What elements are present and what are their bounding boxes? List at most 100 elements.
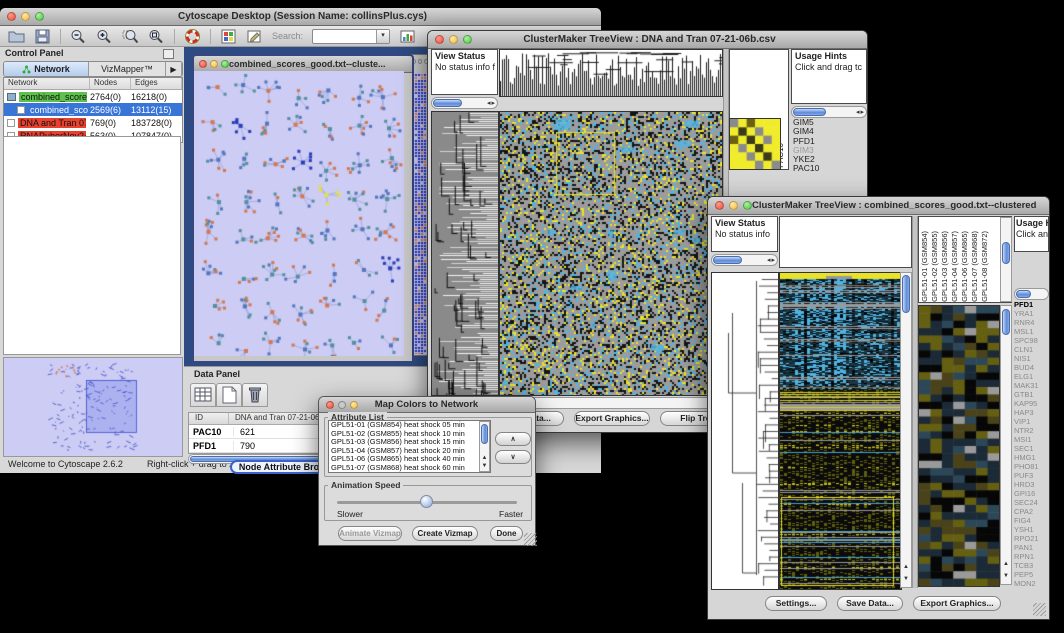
scroll-left-icon[interactable]: ◂: [767, 256, 771, 264]
zoom-out-icon[interactable]: [70, 29, 87, 44]
gene-label[interactable]: SEC1: [1014, 444, 1049, 453]
gene-label[interactable]: TCB3: [1014, 561, 1049, 570]
attribute-list-scrollbar[interactable]: ▲ ▼: [479, 421, 490, 472]
scrollbar-thumb[interactable]: [1016, 290, 1031, 298]
treeview-dna-titlebar[interactable]: ClusterMaker TreeView : DNA and Tran 07-…: [428, 31, 867, 49]
scrollbar-thumb[interactable]: [793, 108, 826, 116]
tv2-labels-scrollbar[interactable]: [1000, 217, 1012, 302]
minimize-button[interactable]: [210, 60, 218, 68]
close-button[interactable]: [326, 401, 334, 409]
annotation-icon[interactable]: [246, 29, 263, 44]
tv1-status-scrollbar[interactable]: ◂▸: [431, 97, 498, 109]
animate-vizmap-button[interactable]: Animate Vizmap: [338, 526, 402, 541]
tv2-heatmap-canvas[interactable]: [779, 272, 902, 590]
network-row[interactable]: combined_sco 2569(6) 13112(15): [4, 103, 182, 116]
gene-label[interactable]: MAK31: [1014, 381, 1049, 390]
save-icon[interactable]: [34, 29, 51, 44]
tab-network[interactable]: Network: [4, 62, 89, 76]
zoom-button[interactable]: [743, 201, 752, 210]
treeview-button[interactable]: Export Graphics...: [574, 411, 650, 426]
treeview-button[interactable]: Export Graphics...: [913, 596, 1001, 611]
scroll-down-icon[interactable]: ▼: [901, 576, 911, 583]
gene-label[interactable]: PHO81: [1014, 462, 1049, 471]
minimize-button[interactable]: [729, 201, 738, 210]
zoom-button[interactable]: [463, 35, 472, 44]
treeview-combined-titlebar[interactable]: ClusterMaker TreeView : combined_scores_…: [708, 197, 1049, 215]
gene-label[interactable]: HAP3: [1014, 408, 1049, 417]
scroll-down-icon[interactable]: ▼: [480, 463, 489, 470]
scrollbar-thumb[interactable]: [481, 424, 488, 444]
search-input[interactable]: ▾: [312, 29, 390, 44]
tv2-zoom-heatmap-canvas[interactable]: [918, 305, 1000, 587]
network-overview-canvas[interactable]: [3, 357, 183, 457]
gene-label[interactable]: PUF3: [1014, 471, 1049, 480]
gene-label[interactable]: MSI1: [1014, 435, 1049, 444]
move-down-button[interactable]: ∨: [495, 450, 531, 464]
gene-label[interactable]: RNR4: [1014, 318, 1049, 327]
gene-label[interactable]: SEC24: [1014, 498, 1049, 507]
gene-label[interactable]: GIM3: [793, 146, 866, 155]
close-button[interactable]: [435, 35, 444, 44]
scroll-right-icon[interactable]: ▸: [860, 108, 864, 116]
gene-label[interactable]: GIM4: [793, 127, 866, 136]
tv2-status-scrollbar[interactable]: ◂▸: [711, 254, 778, 266]
treeview-button[interactable]: Settings...: [765, 596, 827, 611]
attribute-list-item[interactable]: GPL51-07 (GSM868) heat shock 60 min: [331, 464, 490, 473]
minimize-button[interactable]: [449, 35, 458, 44]
gene-label[interactable]: HRD3: [1014, 480, 1049, 489]
delete-attribute-trash-icon[interactable]: [242, 383, 268, 407]
tv2-hints-scrollbar[interactable]: [1014, 288, 1049, 300]
zoom-in-icon[interactable]: [96, 29, 113, 44]
minimize-button[interactable]: [21, 12, 30, 21]
gene-label[interactable]: ELG1: [1014, 372, 1049, 381]
scrollbar-thumb[interactable]: [713, 256, 742, 264]
scrollbar-thumb[interactable]: [433, 99, 462, 107]
gene-label[interactable]: CLN1: [1014, 345, 1049, 354]
zoom-button[interactable]: [221, 60, 229, 68]
scroll-down-icon[interactable]: ▼: [1001, 573, 1011, 580]
new-attribute-icon[interactable]: [216, 383, 242, 407]
gene-label[interactable]: RPO21: [1014, 534, 1049, 543]
done-button[interactable]: Done: [490, 526, 523, 541]
scroll-up-icon[interactable]: ▲: [480, 455, 489, 462]
gene-label[interactable]: YSH1: [1014, 525, 1049, 534]
gene-label[interactable]: GIM5: [793, 118, 866, 127]
close-button[interactable]: [199, 60, 207, 68]
network-row[interactable]: DNA and Tran 07 769(0) 183728(0): [4, 116, 182, 129]
scroll-left-icon[interactable]: ◂: [856, 108, 860, 116]
gene-label[interactable]: PAC10: [793, 164, 866, 173]
minimize-button[interactable]: [338, 401, 346, 409]
tv1-zoom-heatmap-canvas[interactable]: [729, 118, 781, 170]
tv1-heatmap-canvas[interactable]: [499, 111, 723, 396]
resize-grip[interactable]: [1033, 603, 1046, 616]
vizmapper-grid-icon[interactable]: [220, 29, 237, 44]
table-mode-icon[interactable]: [190, 383, 216, 407]
scrollbar-thumb[interactable]: [1002, 242, 1010, 264]
treeview-button[interactable]: Save Data...: [837, 596, 903, 611]
close-button[interactable]: [715, 201, 724, 210]
zoom-selected-icon[interactable]: [122, 29, 139, 44]
gene-label[interactable]: GPI16: [1014, 489, 1049, 498]
zoom-fit-icon[interactable]: [148, 29, 165, 44]
create-vizmap-button[interactable]: Create Vizmap: [412, 526, 478, 541]
close-button[interactable]: [7, 12, 16, 21]
gene-label[interactable]: KAP95: [1014, 399, 1049, 408]
scroll-up-icon[interactable]: ▲: [1001, 561, 1011, 568]
gene-label[interactable]: CPA2: [1014, 507, 1049, 516]
network-tree-area[interactable]: [3, 136, 181, 355]
scrollbar-thumb[interactable]: [1002, 309, 1010, 335]
network-row[interactable]: combined_scores 2764(0) 16218(0): [4, 90, 182, 103]
scroll-left-icon[interactable]: ◂: [487, 99, 491, 107]
gene-label[interactable]: GTB1: [1014, 390, 1049, 399]
gene-label[interactable]: PFD1: [793, 137, 866, 146]
main-titlebar[interactable]: Cytoscape Desktop (Session Name: collins…: [0, 8, 601, 26]
slider-thumb[interactable]: [420, 495, 433, 508]
tv2-zoom-scrollbar[interactable]: ▲ ▼: [1000, 305, 1012, 585]
gene-label[interactable]: RPN1: [1014, 552, 1049, 561]
resize-grip[interactable]: [524, 533, 537, 546]
gene-label[interactable]: MSL1: [1014, 327, 1049, 336]
gene-label[interactable]: PAN1: [1014, 543, 1049, 552]
gene-label[interactable]: NTR2: [1014, 426, 1049, 435]
scrollbar-thumb[interactable]: [902, 275, 910, 313]
gene-label[interactable]: PEP5: [1014, 570, 1049, 579]
